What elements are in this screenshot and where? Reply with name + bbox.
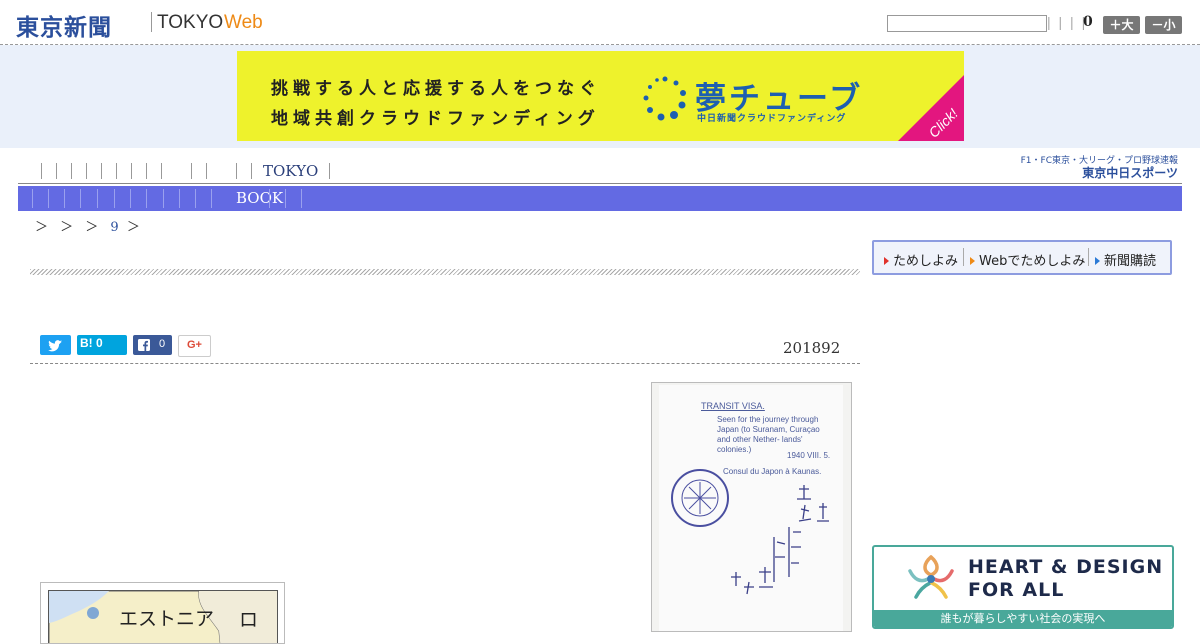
nav-rule: [18, 183, 1182, 184]
arrow-right-icon: [1095, 257, 1100, 265]
newspaper-links-box: ためしよみ Webでためしよみ 新聞購読: [872, 240, 1172, 275]
font-size-decrease-button[interactable]: －小: [1145, 16, 1182, 34]
section-nav: TOKYO: [34, 161, 337, 180]
nav-separator: [41, 163, 42, 179]
sub-nav-separator: [285, 189, 286, 208]
banner-area: 挑戦する人と応援する人をつなぐ 地域共創クラウドファンディング 夢チューブ 中日…: [0, 45, 1200, 148]
map-image: エストニア ロ: [48, 590, 278, 643]
visa-date: 1940 VIII. 5.: [787, 451, 831, 460]
logo-tokyo-text[interactable]: TOKYO: [157, 12, 223, 34]
map-label-russia: ロ: [239, 609, 259, 631]
sub-nav-separator: [97, 189, 98, 208]
nav-separator: [236, 163, 237, 179]
heart-design-logo: [908, 555, 954, 599]
logo-web-text[interactable]: Web: [224, 12, 263, 34]
link-web-trial-read-label: Webでためしよみ: [979, 254, 1086, 269]
sub-nav-separator: [130, 189, 131, 208]
heart-design-tagline: 誰もが暮らしやすい社会の実現へ: [874, 610, 1172, 627]
sub-nav-separator: [211, 189, 212, 208]
visa-consul: Consul du Japon à Kaunas.: [723, 467, 822, 476]
sub-nav-separator: [195, 189, 196, 208]
sub-nav-item-book[interactable]: BOOK: [236, 189, 283, 207]
sub-nav-separator: [163, 189, 164, 208]
link-separator: [1088, 248, 1089, 266]
link-trial-read-label: ためしよみ: [893, 254, 959, 269]
nav-separator: [86, 163, 87, 179]
twitter-icon: [48, 340, 62, 352]
arrow-right-icon: [884, 257, 889, 265]
nav-separator: [206, 163, 207, 179]
link-trial-read[interactable]: ためしよみ: [884, 250, 958, 269]
article-rule: [30, 363, 860, 365]
breadcrumb-prefix: ＞ ＞ ＞: [35, 220, 103, 235]
title-rule: [30, 269, 860, 275]
sub-nav-separator: [114, 189, 115, 208]
site-header: 東京新聞 TOKYO Web | | | | 0 ＋大 －小: [0, 0, 1200, 45]
googleplus-share-button[interactable]: G+: [178, 335, 211, 357]
visa-handwriting: [731, 485, 829, 595]
link-separator: [963, 248, 964, 266]
facebook-count: 0: [159, 338, 166, 350]
banner-dots-icon: [643, 76, 686, 121]
nav-separator: [56, 163, 57, 179]
nav-separator: [251, 163, 252, 179]
banner-line1: 挑戦する人と応援する人をつなぐ: [271, 79, 601, 99]
sub-nav-separator: [179, 189, 180, 208]
visa-body: Seen for the journey through Japan (to S…: [717, 415, 820, 454]
sub-nav-separator: [301, 189, 302, 208]
header-pipes: | | | |: [1047, 14, 1088, 30]
nav-separator: [161, 163, 162, 179]
arrow-right-icon: [970, 257, 975, 265]
sub-nav-separator: [80, 189, 81, 208]
nav-separator: [71, 163, 72, 179]
facebook-share-button[interactable]: 0: [133, 335, 172, 355]
breadcrumb-link[interactable]: 9: [110, 220, 118, 235]
site-logo[interactable]: 東京新聞: [16, 8, 112, 42]
banner-subtitle: 中日新聞クラウドファンディング: [697, 114, 847, 124]
nav-item-tokyo[interactable]: TOKYO: [259, 162, 322, 180]
nav-separator: [329, 163, 331, 179]
sub-nav-separator: [146, 189, 147, 208]
link-web-trial-read[interactable]: Webでためしよみ: [970, 250, 1085, 269]
font-size-increase-button[interactable]: ＋大: [1103, 16, 1140, 34]
nav-separator: [101, 163, 102, 179]
nav-separator: [146, 163, 147, 179]
logo-divider: [151, 12, 152, 32]
breadcrumb-suffix: ＞: [126, 220, 144, 235]
hatena-label: B! 0: [80, 336, 103, 350]
sub-nav-bar: BOOK: [18, 186, 1182, 211]
sub-nav-separator: [32, 189, 33, 208]
header-count: 0: [1083, 14, 1093, 30]
twitter-share-button[interactable]: [40, 335, 71, 355]
link-subscribe-label: 新聞購読: [1104, 254, 1157, 269]
chunichi-sports-link[interactable]: F1・FC東京・大リーグ・プロ野球速報 東京中日スポーツ: [1021, 153, 1182, 181]
visa-paper: TRANSIT VISA. Seen for the journey throu…: [659, 385, 843, 631]
map-label-estonia: エストニア: [119, 608, 215, 630]
transit-visa-photo[interactable]: TRANSIT VISA. Seen for the journey throu…: [651, 382, 852, 632]
sub-nav-separator: [48, 189, 49, 208]
breadcrumb: ＞ ＞ ＞ 9 ＞: [35, 216, 144, 235]
facebook-icon: [138, 339, 150, 351]
heart-design-subtitle: FOR ALL: [968, 579, 1065, 601]
hatena-bookmark-button[interactable]: B! 0: [77, 335, 127, 355]
map-thumbnail[interactable]: エストニア ロ: [40, 582, 285, 644]
nav-separator: [191, 163, 192, 179]
link-subscribe[interactable]: 新聞購読: [1095, 250, 1156, 269]
sports-link-title: 東京中日スポーツ: [1082, 166, 1178, 180]
sub-nav-separator: [64, 189, 65, 208]
heart-design-banner[interactable]: HEART & DESIGN FOR ALL 誰もが暮らしやすい社会の実現へ: [872, 545, 1174, 629]
crowdfunding-banner[interactable]: 挑戦する人と応援する人をつなぐ 地域共創クラウドファンディング 夢チューブ 中日…: [237, 51, 964, 141]
heart-design-title: HEART & DESIGN: [968, 556, 1164, 578]
nav-separator: [131, 163, 132, 179]
search-input[interactable]: [887, 15, 1047, 32]
banner-line2: 地域共創クラウドファンディング: [271, 109, 600, 129]
visa-title: TRANSIT VISA.: [701, 401, 765, 411]
sub-nav-separator: [269, 189, 270, 208]
nav-separator: [116, 163, 117, 179]
article-date: 201892: [783, 339, 841, 357]
